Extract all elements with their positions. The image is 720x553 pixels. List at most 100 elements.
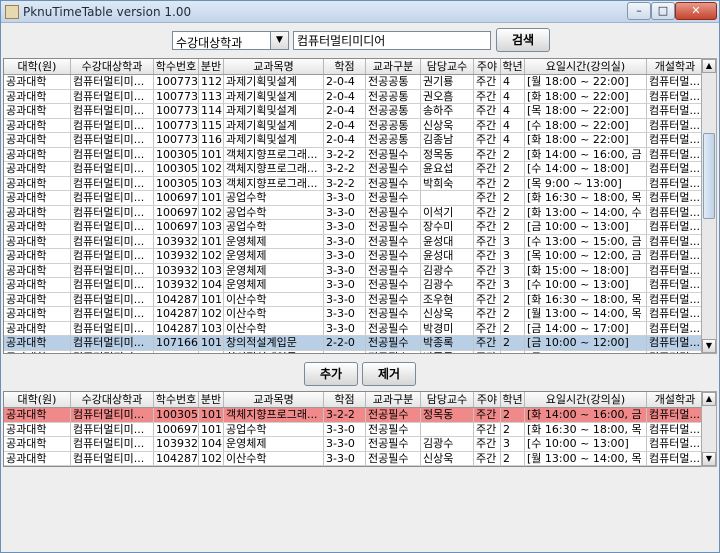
table-cell: 전공필수 <box>366 336 421 350</box>
table-cell: 컴퓨터멀티미... <box>71 321 154 335</box>
column-header[interactable]: 분반 <box>199 59 224 74</box>
table-row[interactable]: 공과대학 컴퓨터멀티미... 104287 103 이산수학 3-3-0 전공필수 박경미 주간… <box>4 321 702 336</box>
table-cell: 전공필수 <box>366 205 421 219</box>
table-cell: 101 <box>201 191 224 205</box>
table-row[interactable]: 공과대학 컴퓨터멀티미... 100305 102 객체지향프로그래... 3-2-2 전공… <box>4 162 702 177</box>
column-header[interactable]: 주야 <box>474 59 501 74</box>
search-input[interactable] <box>293 31 491 50</box>
table-cell: 공과대학 <box>4 191 71 205</box>
table-cell: 103 <box>201 263 224 277</box>
table-row[interactable]: 공과대학 컴퓨터멀티미... 100773 116 과제기획및설계 2-0-4 전공공통 김종… <box>4 133 702 148</box>
course-list-scrollbar[interactable]: ▲ ▼ <box>701 58 717 354</box>
table-cell: 100305 <box>156 162 199 176</box>
table-row[interactable]: 공과대학 컴퓨터멀티미... 104287 102 이산수학 3-3-0 전공필수 신상욱 주간… <box>4 451 702 466</box>
scroll-down-icon[interactable]: ▼ <box>702 452 716 466</box>
column-header[interactable]: 교과구분 <box>366 392 421 407</box>
column-header[interactable]: 학점 <box>324 392 366 407</box>
table-cell: 공업수학 <box>224 220 324 234</box>
table-row[interactable]: 공과대학 컴퓨터멀티미... 103932 104 운영체제 3-3-0 전공필수 김광수 주간… <box>4 278 702 293</box>
column-header[interactable]: 개설학과 <box>647 392 702 407</box>
table-cell: 컴퓨터멀티미... <box>71 350 154 353</box>
table-cell: 전공공통 <box>366 89 421 103</box>
column-header[interactable]: 학수번호 <box>154 59 199 74</box>
column-header[interactable]: 분반 <box>199 392 224 407</box>
table-cell: 윤요섭 <box>421 162 474 176</box>
table-cell: [월 18:00 ~ 22:00] <box>525 75 647 89</box>
table-cell: 102 <box>201 205 224 219</box>
column-header[interactable]: 학년 <box>501 59 525 74</box>
column-header[interactable]: 대학(원) <box>4 392 71 407</box>
table-row[interactable]: 공과대학 컴퓨터멀티미... 104287 102 이산수학 3-3-0 전공필수 신상욱 주간… <box>4 307 702 322</box>
column-header[interactable]: 수강대상학과 <box>71 59 154 74</box>
table-row[interactable]: 공과대학 컴퓨터멀티미... 100305 101 객체지향프로그래... 3-2-2 전공… <box>4 147 702 162</box>
column-header[interactable]: 대학(원) <box>4 59 71 74</box>
table-cell: 컴퓨터멀... <box>647 235 702 249</box>
table-row[interactable]: 공과대학 컴퓨터멀티미... 103932 103 운영체제 3-3-0 전공필수 김광수 주간… <box>4 263 702 278</box>
table-cell: 운영체제 <box>224 263 324 277</box>
table-cell: 115 <box>201 118 224 132</box>
table-cell: 공업수학 <box>224 422 324 436</box>
table-row[interactable]: 공과대학 컴퓨터멀티미... 100697 101 공업수학 3-3-0 전공필수 주간 2 [화… <box>4 422 702 437</box>
table-cell: 주간 <box>474 104 501 118</box>
column-header[interactable]: 학수번호 <box>154 392 199 407</box>
table-cell: 컴퓨터멀... <box>647 191 702 205</box>
remove-button[interactable]: 제거 <box>362 362 416 386</box>
minimize-button[interactable]: – <box>627 2 651 20</box>
table-cell: 3-3-0 <box>324 292 366 306</box>
column-header[interactable]: 교과구분 <box>366 59 421 74</box>
column-header[interactable]: 담당교수 <box>421 392 474 407</box>
table-cell: 전공필수 <box>366 321 421 335</box>
scroll-thumb[interactable] <box>703 133 715 219</box>
table-row[interactable]: 공과대학 컴퓨터멀티미... 100773 115 과제기획및설계 2-0-4 전공공통 신상… <box>4 118 702 133</box>
column-header[interactable]: 학점 <box>324 59 366 74</box>
table-row[interactable]: 공과대학 컴퓨터멀티미... 103932 104 운영체제 3-3-0 전공필수 김광수 주간… <box>4 437 702 452</box>
table-row[interactable]: 공과대학컴퓨터멀티미...107166102창의적설계입문2-2-0전공필수박종… <box>4 350 702 354</box>
table-cell: 2 <box>501 205 525 219</box>
table-row[interactable]: 공과대학 컴퓨터멀티미... 100773 112 과제기획및설계 2-0-4 전공공통 권기… <box>4 75 702 90</box>
table-cell: 컴퓨터멀... <box>647 351 702 354</box>
table-cell: 104 <box>201 278 224 292</box>
table-row[interactable]: 공과대학 컴퓨터멀티미... 100773 114 과제기획및설계 2-0-4 전공공통 송하… <box>4 104 702 119</box>
close-button[interactable]: ✕ <box>675 2 717 20</box>
column-header[interactable]: 교과목명 <box>224 59 324 74</box>
table-row[interactable]: 공과대학 컴퓨터멀티미... 100305 103 객체지향프로그래... 3-2-2 전공… <box>4 176 702 191</box>
scroll-up-icon[interactable]: ▲ <box>702 392 716 406</box>
table-row[interactable]: 공과대학 컴퓨터멀티미... 100697 102 공업수학 3-3-0 전공필수 이석기 주간… <box>4 205 702 220</box>
table-row[interactable]: 공과대학 컴퓨터멀티미... 100697 103 공업수학 3-3-0 전공필수 장수미 주간… <box>4 220 702 235</box>
maximize-button[interactable]: □ <box>651 2 675 20</box>
search-field-combo[interactable]: 수강대상학과 ▼ <box>172 31 289 50</box>
table-row[interactable]: 공과대학 컴퓨터멀티미... 100773 113 과제기획및설계 2-0-4 전공공통 권오… <box>4 89 702 104</box>
column-header[interactable]: 담당교수 <box>421 59 474 74</box>
table-cell <box>421 191 474 205</box>
table-row[interactable]: 공과대학 컴퓨터멀티미... 103932 101 운영체제 3-3-0 전공필수 윤성대 주간… <box>4 234 702 249</box>
table-row[interactable]: 공과대학 컴퓨터멀티미... 100697 101 공업수학 3-3-0 전공필수 주간 2 [화… <box>4 191 702 206</box>
column-header[interactable]: 요일시간(강의실) <box>525 392 647 407</box>
column-header[interactable]: 수강대상학과 <box>71 392 154 407</box>
search-button[interactable]: 검색 <box>496 28 550 52</box>
scroll-down-icon[interactable]: ▼ <box>702 339 716 353</box>
add-button[interactable]: 추가 <box>304 362 358 386</box>
table-cell: [화 14:00 ~ 16:00, 금 1... <box>525 408 647 422</box>
table-cell: 2 <box>501 162 525 176</box>
table-cell: 전공필수 <box>366 350 421 353</box>
chevron-down-icon[interactable]: ▼ <box>270 32 288 49</box>
table-cell: [금 14:00 ~ 17:00] <box>525 321 647 335</box>
table-cell: 100697 <box>156 191 199 205</box>
table-cell: 과제기획및설계 <box>224 75 324 89</box>
column-header[interactable]: 교과목명 <box>224 392 324 407</box>
table-row[interactable]: 공과대학 컴퓨터멀티미... 103932 102 운영체제 3-3-0 전공필수 윤성대 주간… <box>4 249 702 264</box>
table-row[interactable]: 공과대학 컴퓨터멀티미... 100305 101 객체지향프로그래... 3-2-2 전공… <box>4 408 702 423</box>
table-cell: 4 <box>501 104 525 118</box>
table-cell: 컴퓨터멀티미... <box>71 408 154 422</box>
column-header[interactable]: 학년 <box>501 392 525 407</box>
selected-courses-scrollbar[interactable]: ▲ ▼ <box>701 391 717 467</box>
scroll-up-icon[interactable]: ▲ <box>702 59 716 73</box>
column-header[interactable]: 주야 <box>474 392 501 407</box>
column-header[interactable]: 개설학과 <box>647 59 702 74</box>
table-cell: 전공필수 <box>366 278 421 292</box>
table-cell: 3-3-0 <box>324 451 366 465</box>
table-cell: 컴퓨터멀티미... <box>71 133 154 147</box>
table-row[interactable]: 공과대학 컴퓨터멀티미... 104287 101 이산수학 3-3-0 전공필수 조우현 주간… <box>4 292 702 307</box>
table-row[interactable]: 공과대학 컴퓨터멀티미... 107166 101 창의적설계입문 2-2-0 전공필수 박종… <box>4 336 702 351</box>
column-header[interactable]: 요일시간(강의실) <box>525 59 647 74</box>
